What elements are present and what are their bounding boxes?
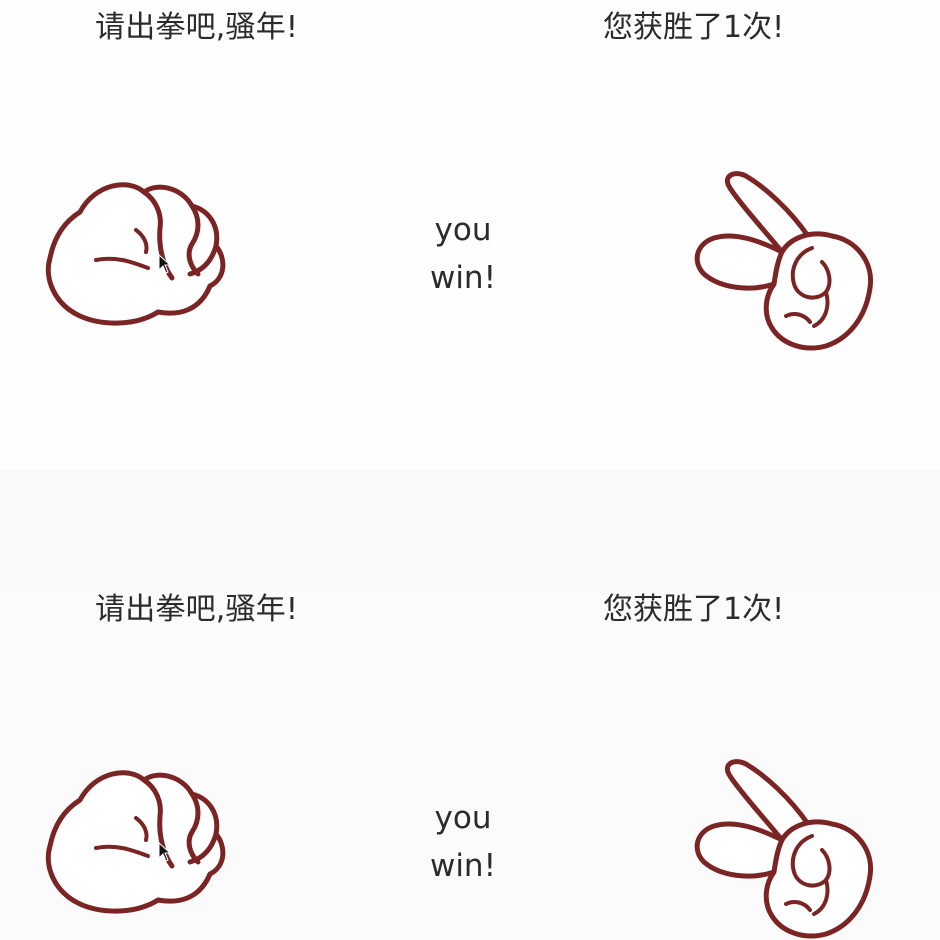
scissors-hand-icon <box>694 759 874 939</box>
game-panel-top: 请出拳吧,骚年! 您获胜了1次! you win! <box>0 0 940 470</box>
rock-fist-icon <box>45 182 226 326</box>
mouse-cursor-icon <box>158 254 172 274</box>
result-line-1: you <box>434 212 492 248</box>
win-count-text: 您获胜了1次! <box>603 592 785 627</box>
mouse-cursor-icon <box>158 842 172 862</box>
scissors-hand-icon <box>694 171 874 351</box>
computer-hand-display <box>686 754 886 940</box>
result-line-2: win! <box>429 260 497 296</box>
player-rock-button[interactable] <box>40 758 240 928</box>
prompt-text: 请出拳吧,骚年! <box>95 10 299 45</box>
player-rock-button[interactable] <box>40 170 240 340</box>
prompt-text: 请出拳吧,骚年! <box>95 592 299 627</box>
result-line-2: win! <box>429 848 497 884</box>
result-line-1: you <box>434 800 492 836</box>
result-text: you win! <box>398 794 528 890</box>
win-count-text: 您获胜了1次! <box>603 10 785 45</box>
game-page: 请出拳吧,骚年! 您获胜了1次! you win! 请出拳吧,骚年! 您获胜了1… <box>0 0 940 940</box>
game-panel-bottom: 请出拳吧,骚年! 您获胜了1次! you win! <box>0 470 940 940</box>
computer-hand-display <box>686 166 886 361</box>
rock-fist-icon <box>45 770 226 914</box>
result-text: you win! <box>398 206 528 302</box>
